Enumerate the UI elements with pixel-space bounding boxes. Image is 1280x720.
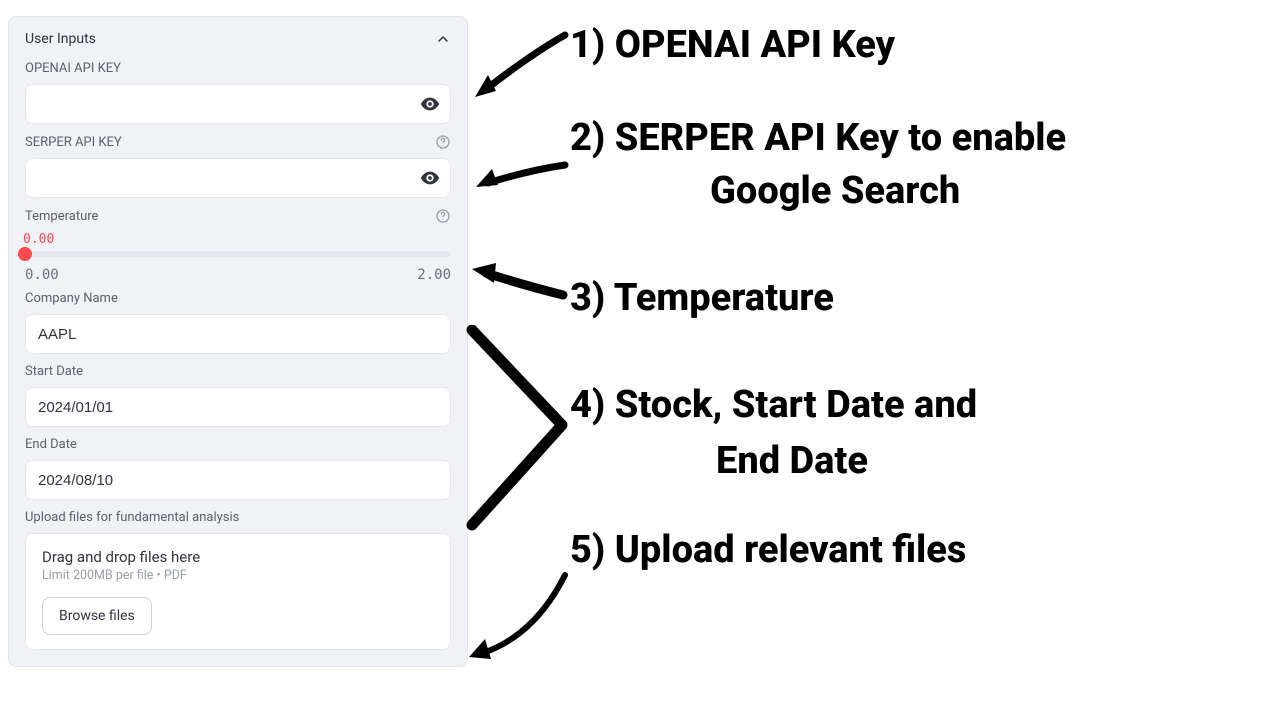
openai-key-input[interactable] (25, 84, 451, 124)
annotation-3: 3) Temperature (570, 275, 834, 323)
upload-label: Upload files for fundamental analysis (25, 510, 239, 525)
annotation-2-line1: 2) SERPER API Key to enable (570, 115, 1066, 163)
temperature-label: Temperature (25, 209, 98, 224)
start-date-input[interactable] (25, 387, 451, 427)
serper-key-input[interactable] (25, 158, 451, 198)
openai-key-label-row: OPENAI API KEY (25, 61, 451, 76)
start-date-label: Start Date (25, 364, 83, 379)
eye-icon[interactable] (419, 167, 441, 189)
slider-thumb-icon[interactable] (18, 247, 32, 261)
serper-key-label-row: SERPER API KEY (25, 134, 451, 150)
start-date-label-row: Start Date (25, 364, 451, 379)
browse-files-button[interactable]: Browse files (42, 597, 152, 635)
openai-key-label: OPENAI API KEY (25, 61, 121, 76)
annotation-5: 5) Upload relevant files (570, 527, 966, 575)
user-inputs-header[interactable]: User Inputs (25, 31, 451, 47)
arrow-icon (470, 25, 570, 105)
file-upload-dropzone[interactable]: Drag and drop files here Limit 200MB per… (25, 533, 451, 650)
upload-label-row: Upload files for fundamental analysis (25, 510, 451, 525)
limit-text: Limit 200MB per file • PDF (42, 568, 434, 583)
temperature-label-row: Temperature (25, 208, 451, 224)
arrow-icon (468, 255, 568, 315)
arrow-icon (460, 325, 570, 535)
drop-text: Drag and drop files here (42, 548, 434, 566)
annotation-1: 1) OPENAI API Key (570, 22, 895, 70)
temperature-slider[interactable] (25, 251, 451, 257)
end-date-input[interactable] (25, 460, 451, 500)
arrow-icon (470, 145, 570, 205)
user-inputs-title: User Inputs (25, 31, 96, 47)
end-date-label: End Date (25, 437, 77, 452)
company-label-row: Company Name (25, 291, 451, 306)
temperature-max: 2.00 (417, 267, 451, 283)
annotation-4-line2: End Date (716, 438, 868, 486)
chevron-up-icon (435, 31, 451, 47)
company-input[interactable] (25, 314, 451, 354)
annotation-4-line1: 4) Stock, Start Date and (570, 382, 977, 430)
serper-key-label: SERPER API KEY (25, 135, 122, 150)
help-icon[interactable] (435, 134, 451, 150)
temperature-value: 0.00 (23, 232, 451, 247)
end-date-label-row: End Date (25, 437, 451, 452)
user-inputs-panel: User Inputs OPENAI API KEY SERPER API KE… (8, 16, 468, 667)
arrow-icon (465, 565, 575, 675)
eye-icon[interactable] (419, 93, 441, 115)
temperature-min: 0.00 (25, 267, 59, 283)
annotation-2-line2: Google Search (710, 168, 960, 216)
company-label: Company Name (25, 291, 118, 306)
help-icon[interactable] (435, 208, 451, 224)
